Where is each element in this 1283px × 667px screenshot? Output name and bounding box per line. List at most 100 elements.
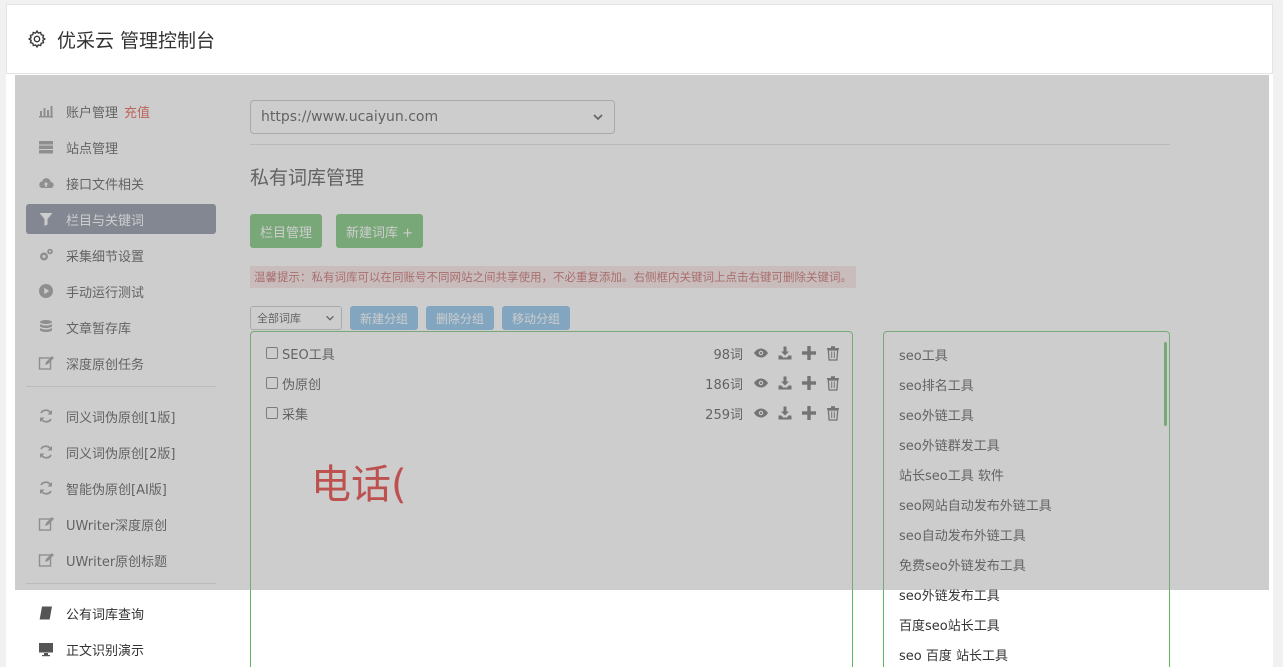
sidebar-item-label: 站点管理 [66, 141, 119, 157]
sidebar-item-collect-settings[interactable]: 采集细节设置 [26, 240, 216, 270]
site-select-value: https://www.ucaiyun.com [261, 109, 439, 125]
keyword-item[interactable]: seo外链发布工具 [899, 587, 1000, 607]
sidebar-item-label: UWriter原创标题 [66, 554, 168, 570]
sidebar-item-text-recognition[interactable]: 正文识别演示 [26, 634, 216, 664]
sidebar-item-article-storage[interactable]: 文章暂存库 [26, 312, 216, 342]
sidebar-item-label: 同义词伪原创[2版] [66, 446, 176, 462]
keyword-item[interactable]: seo外链工具 [899, 407, 974, 427]
group-toolbar: 全部词库 新建分组 删除分组 移动分组 [250, 306, 1170, 330]
sidebar-item-label: 账户管理 [66, 105, 119, 121]
sidebar-item-manual-run[interactable]: 手动运行测试 [26, 276, 216, 306]
keyword-item[interactable]: seo工具 [899, 347, 948, 367]
sidebar-item-synonym-v1[interactable]: 同义词伪原创[1版] [26, 401, 216, 431]
download-icon[interactable] [777, 405, 793, 421]
new-group-button[interactable]: 新建分组 [350, 306, 419, 330]
sidebar-item-sites[interactable]: 站点管理 [26, 132, 216, 162]
sidebar-item-label: 接口文件相关 [66, 177, 145, 193]
sidebar-item-label: 公有词库查询 [66, 607, 145, 623]
group-name: SEO工具 [282, 347, 335, 363]
group-checkbox[interactable] [266, 377, 278, 389]
sidebar-item-interface[interactable]: 接口文件相关 [26, 168, 216, 198]
cogs-icon [38, 247, 54, 263]
eye-icon[interactable] [753, 345, 769, 361]
trash-icon[interactable] [825, 345, 841, 361]
sidebar-item-label: 同义词伪原创[1版] [66, 410, 176, 426]
divider [250, 144, 1170, 145]
site-select[interactable]: https://www.ucaiyun.com [250, 100, 615, 134]
group-name: 伪原创 [282, 377, 322, 393]
chevron-down-icon [326, 315, 334, 321]
keywords-panel: seo工具 seo排名工具 seo外链工具 seo外链群发工具 站长seo工具 … [883, 331, 1170, 667]
plus-icon[interactable] [801, 375, 817, 391]
gear-icon[interactable] [27, 29, 47, 49]
sidebar-item-public-library[interactable]: 公有词库查询 [26, 598, 216, 628]
plus-icon[interactable] [801, 345, 817, 361]
scrollbar[interactable] [1164, 342, 1167, 426]
row-actions [753, 375, 841, 391]
sidebar-divider [26, 583, 216, 584]
recharge-link[interactable]: 充值 [124, 102, 150, 121]
keyword-item[interactable]: 百度seo站长工具 [899, 617, 1000, 637]
sidebar-item-ai-pseudo[interactable]: 智能伪原创[AI版] [26, 473, 216, 503]
action-buttons: 栏目管理 新建词库 + [250, 214, 1170, 248]
download-icon[interactable] [777, 375, 793, 391]
sidebar-item-synonym-v2[interactable]: 同义词伪原创[2版] [26, 437, 216, 467]
sidebar-item-label: 智能伪原创[AI版] [66, 482, 167, 498]
keyword-item[interactable]: seo自动发布外链工具 [899, 527, 1026, 547]
sidebar-divider [26, 386, 216, 387]
sidebar-item-label: 正文识别演示 [66, 643, 145, 659]
move-group-button[interactable]: 移动分组 [502, 306, 571, 330]
keyword-item[interactable]: 免费seo外链发布工具 [899, 557, 1026, 577]
word-groups-panel: SEO工具 98词 伪原创 186词 采集 259词 电话( [250, 331, 853, 667]
group-count: 98词 [713, 347, 743, 363]
sidebar-item-account[interactable]: 账户管理 充值 [26, 96, 216, 126]
download-icon[interactable] [777, 345, 793, 361]
keyword-item[interactable]: seo外链群发工具 [899, 437, 1000, 457]
row-actions [753, 405, 841, 421]
list-item[interactable]: 采集 259词 [266, 402, 841, 424]
column-manage-button[interactable]: 栏目管理 [250, 214, 323, 248]
sidebar: 账户管理 充值 站点管理 接口文件相关 栏目与关键词 采集细节设置 手动运行测试… [26, 96, 216, 667]
sidebar-item-label: UWriter深度原创 [66, 518, 168, 534]
refresh-icon [38, 480, 54, 496]
keyword-item[interactable]: seo网站自动发布外链工具 [899, 497, 1052, 517]
library-filter-select[interactable]: 全部词库 [250, 306, 342, 330]
keyword-item[interactable]: seo 百度 站长工具 [899, 647, 1008, 667]
edit-icon [38, 516, 54, 532]
sidebar-item-columns-keywords[interactable]: 栏目与关键词 [26, 204, 216, 234]
new-library-button[interactable]: 新建词库 + [336, 214, 424, 248]
library-filter-value: 全部词库 [257, 312, 301, 325]
sidebar-item-uwriter-deep[interactable]: UWriter深度原创 [26, 509, 216, 539]
cloud-upload-icon [38, 175, 54, 191]
sidebar-item-deep-original[interactable]: 深度原创任务 [26, 348, 216, 378]
top-header: 优采云 管理控制台 [6, 4, 1273, 74]
eye-icon[interactable] [753, 375, 769, 391]
group-checkbox[interactable] [266, 407, 278, 419]
eye-icon[interactable] [753, 405, 769, 421]
watermark-text: 电话( [311, 462, 407, 508]
group-count: 186词 [705, 377, 743, 393]
group-count: 259词 [705, 407, 743, 423]
row-actions [753, 345, 841, 361]
plus-icon[interactable] [801, 405, 817, 421]
content-area: https://www.ucaiyun.com 私有词库管理 栏目管理 新建词库… [250, 100, 1170, 330]
sidebar-item-uwriter-title[interactable]: UWriter原创标题 [26, 545, 216, 575]
list-item[interactable]: SEO工具 98词 [266, 342, 841, 364]
trash-icon[interactable] [825, 375, 841, 391]
play-circle-icon [38, 283, 54, 299]
group-checkbox[interactable] [266, 347, 278, 359]
page-title: 私有词库管理 [250, 167, 365, 189]
keyword-item[interactable]: 站长seo工具 软件 [899, 467, 1004, 487]
keyword-item[interactable]: seo排名工具 [899, 377, 974, 397]
delete-group-button[interactable]: 删除分组 [426, 306, 495, 330]
edit-icon [38, 552, 54, 568]
sidebar-item-label: 深度原创任务 [66, 357, 145, 373]
sidebar-item-label: 采集细节设置 [66, 249, 145, 265]
trash-icon[interactable] [825, 405, 841, 421]
edit-icon [38, 355, 54, 371]
filter-icon [38, 211, 54, 227]
list-item[interactable]: 伪原创 186词 [266, 372, 841, 394]
app-title: 优采云 管理控制台 [57, 29, 216, 52]
chevron-down-icon [593, 114, 603, 121]
sidebar-item-label: 手动运行测试 [66, 285, 145, 301]
